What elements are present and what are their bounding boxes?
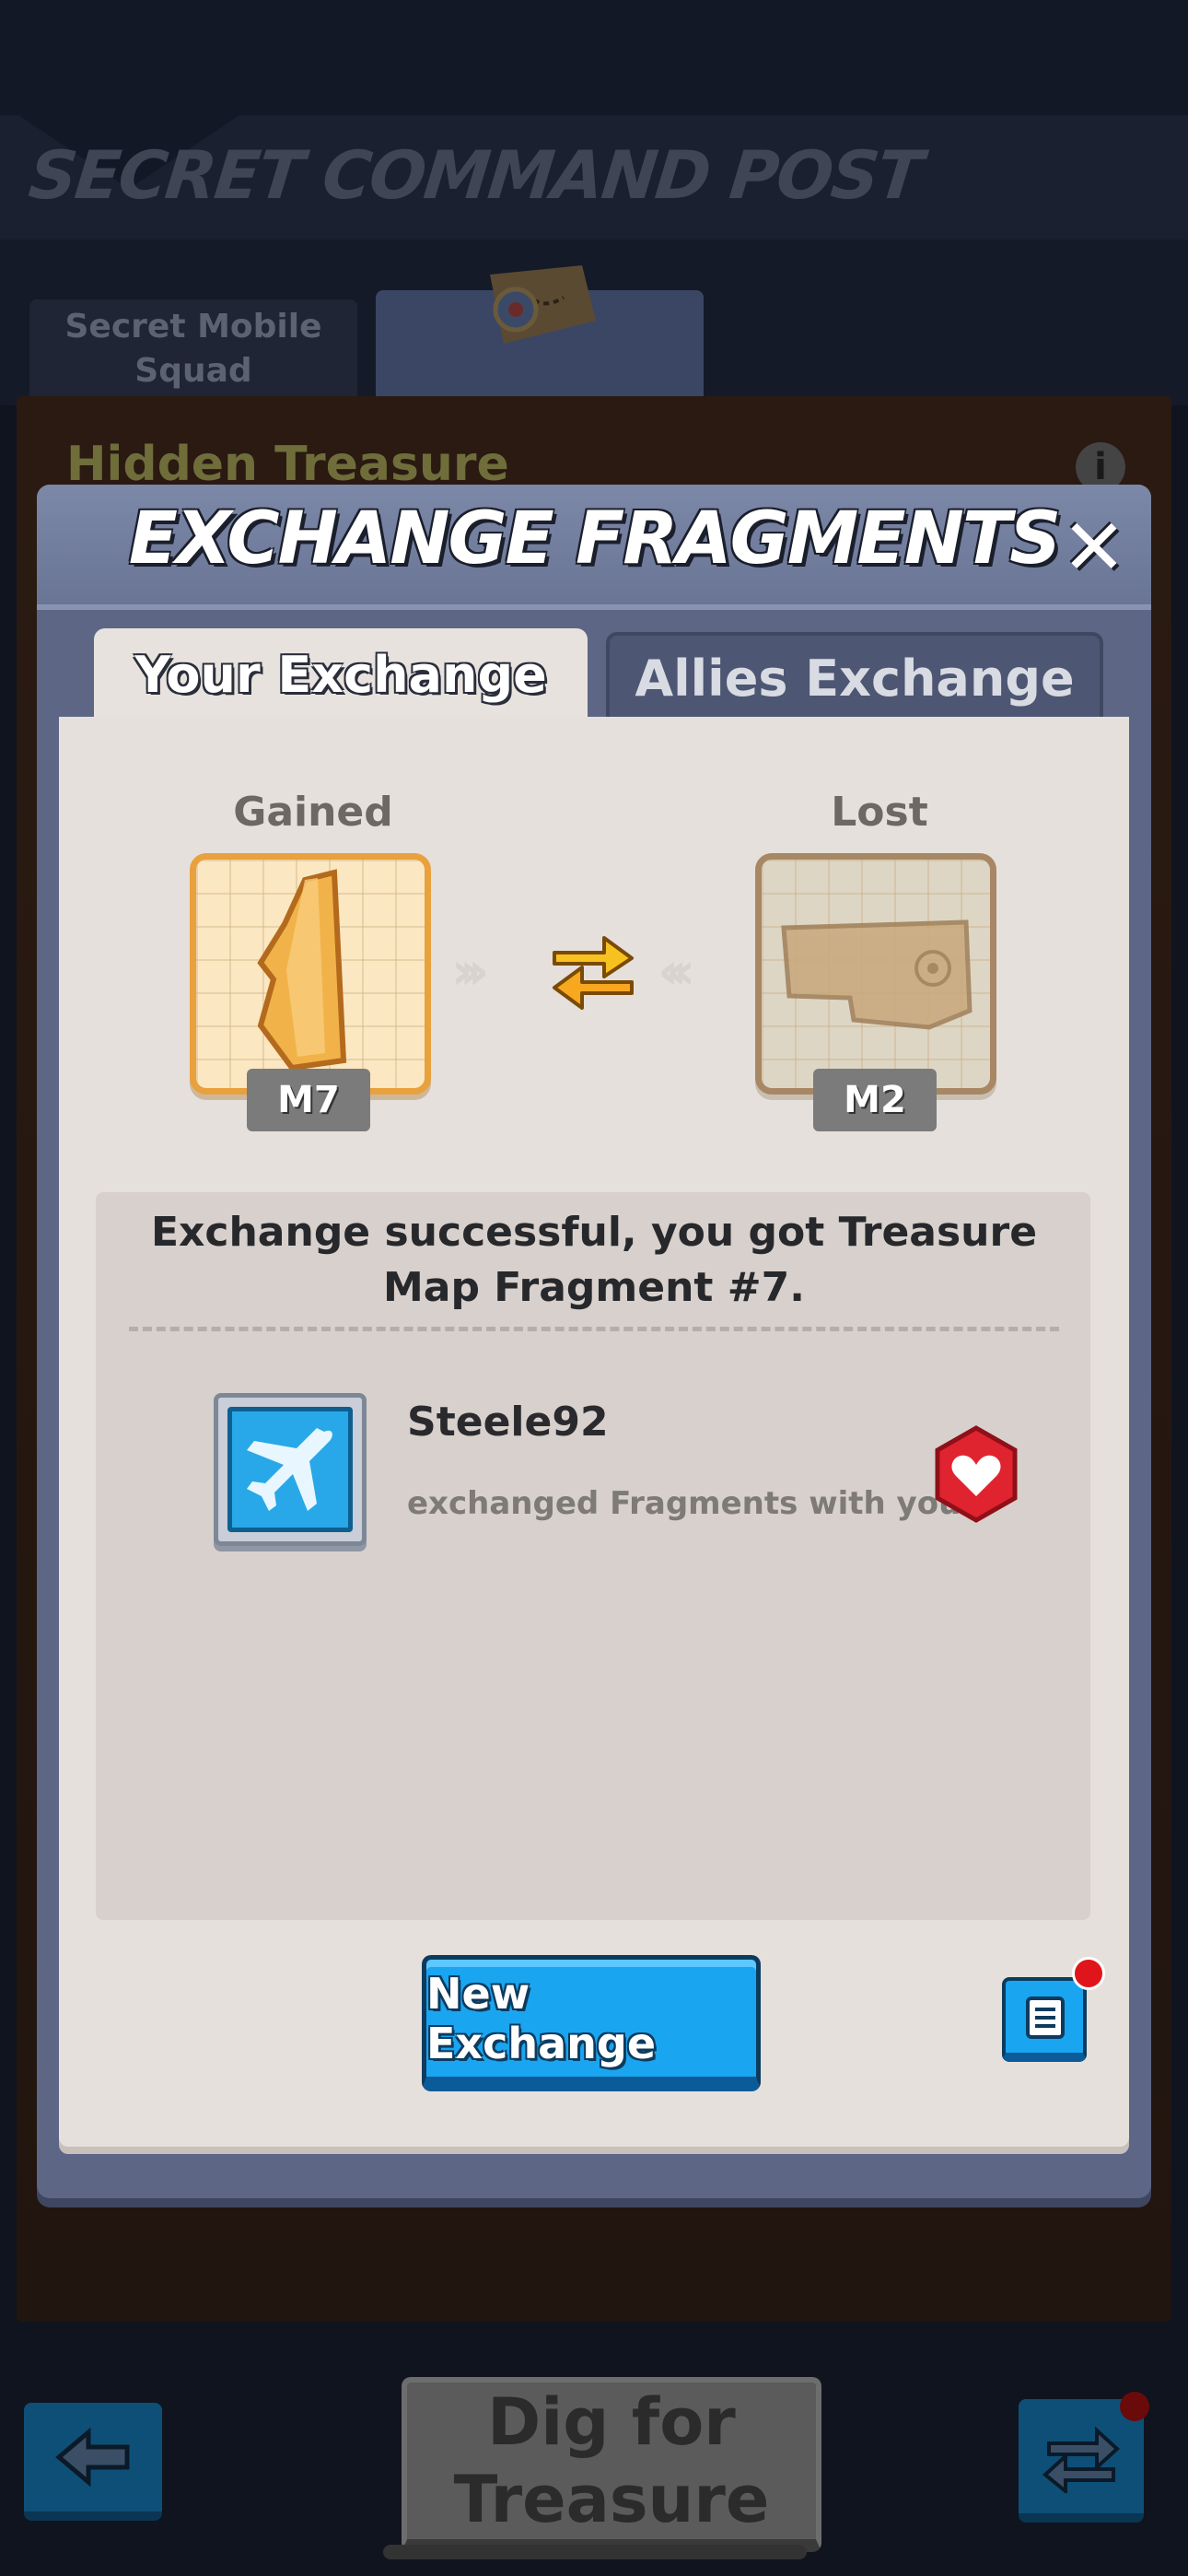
gained-label: Gained: [233, 789, 393, 836]
treasure-map-icon: [490, 265, 596, 344]
result-message: Exchange successful, you got Treasure Ma…: [150, 1209, 1038, 1311]
exchange-log-button[interactable]: [1002, 1977, 1087, 2062]
screen-title: SECRET COMMAND POST: [25, 136, 926, 214]
section-title: Hidden Treasure: [66, 437, 509, 492]
dig-button-label: Dig for Treasure: [453, 2384, 770, 2537]
gained-fragment-card: [190, 853, 431, 1095]
close-icon[interactable]: ✕: [1057, 509, 1131, 586]
new-exchange-label: New Exchange: [426, 1968, 657, 2068]
tab-your-exchange[interactable]: Your Exchange: [94, 628, 588, 720]
lost-fragment-tag: M2: [813, 1069, 937, 1131]
dig-button-shadow: [383, 2545, 807, 2559]
back-button[interactable]: [24, 2403, 162, 2521]
chevrons-left-icon: ‹‹‹: [658, 942, 695, 1001]
player-name: Steele92: [407, 1399, 609, 1446]
modal-title: EXCHANGE FRAGMENTS: [128, 498, 1062, 580]
divider: [129, 1327, 1059, 1331]
player-action-text: exchanged Fragments with you: [407, 1485, 961, 1522]
notification-dot: [1120, 2392, 1149, 2421]
swap-arrows-icon: [553, 936, 634, 1010]
map-fragment-icon: [781, 919, 973, 1030]
exchange-arrows-icon: [1042, 2426, 1120, 2493]
notification-dot: [1072, 1957, 1105, 1990]
lost-label: Lost: [831, 789, 928, 836]
map-fragment-icon: [257, 869, 347, 1071]
tab-allies-exchange[interactable]: Allies Exchange: [606, 632, 1103, 720]
tab-secret-mobile-squad[interactable]: Secret Mobile Squad: [29, 299, 357, 399]
lost-fragment-card: [755, 853, 996, 1095]
new-exchange-button[interactable]: New Exchange: [422, 1955, 761, 2091]
chevrons-right-icon: ›››: [451, 942, 489, 1001]
dig-for-treasure-button[interactable]: Dig for Treasure: [402, 2377, 821, 2552]
scroll-log-icon: [1026, 1996, 1065, 2039]
arrow-left-icon: [55, 2427, 130, 2488]
gained-fragment-tag: M7: [247, 1069, 370, 1131]
airplane-icon: [247, 1428, 332, 1511]
status-bar-area: [0, 0, 1188, 115]
heart-icon[interactable]: [932, 1424, 1020, 1524]
avatar[interactable]: [214, 1393, 367, 1546]
